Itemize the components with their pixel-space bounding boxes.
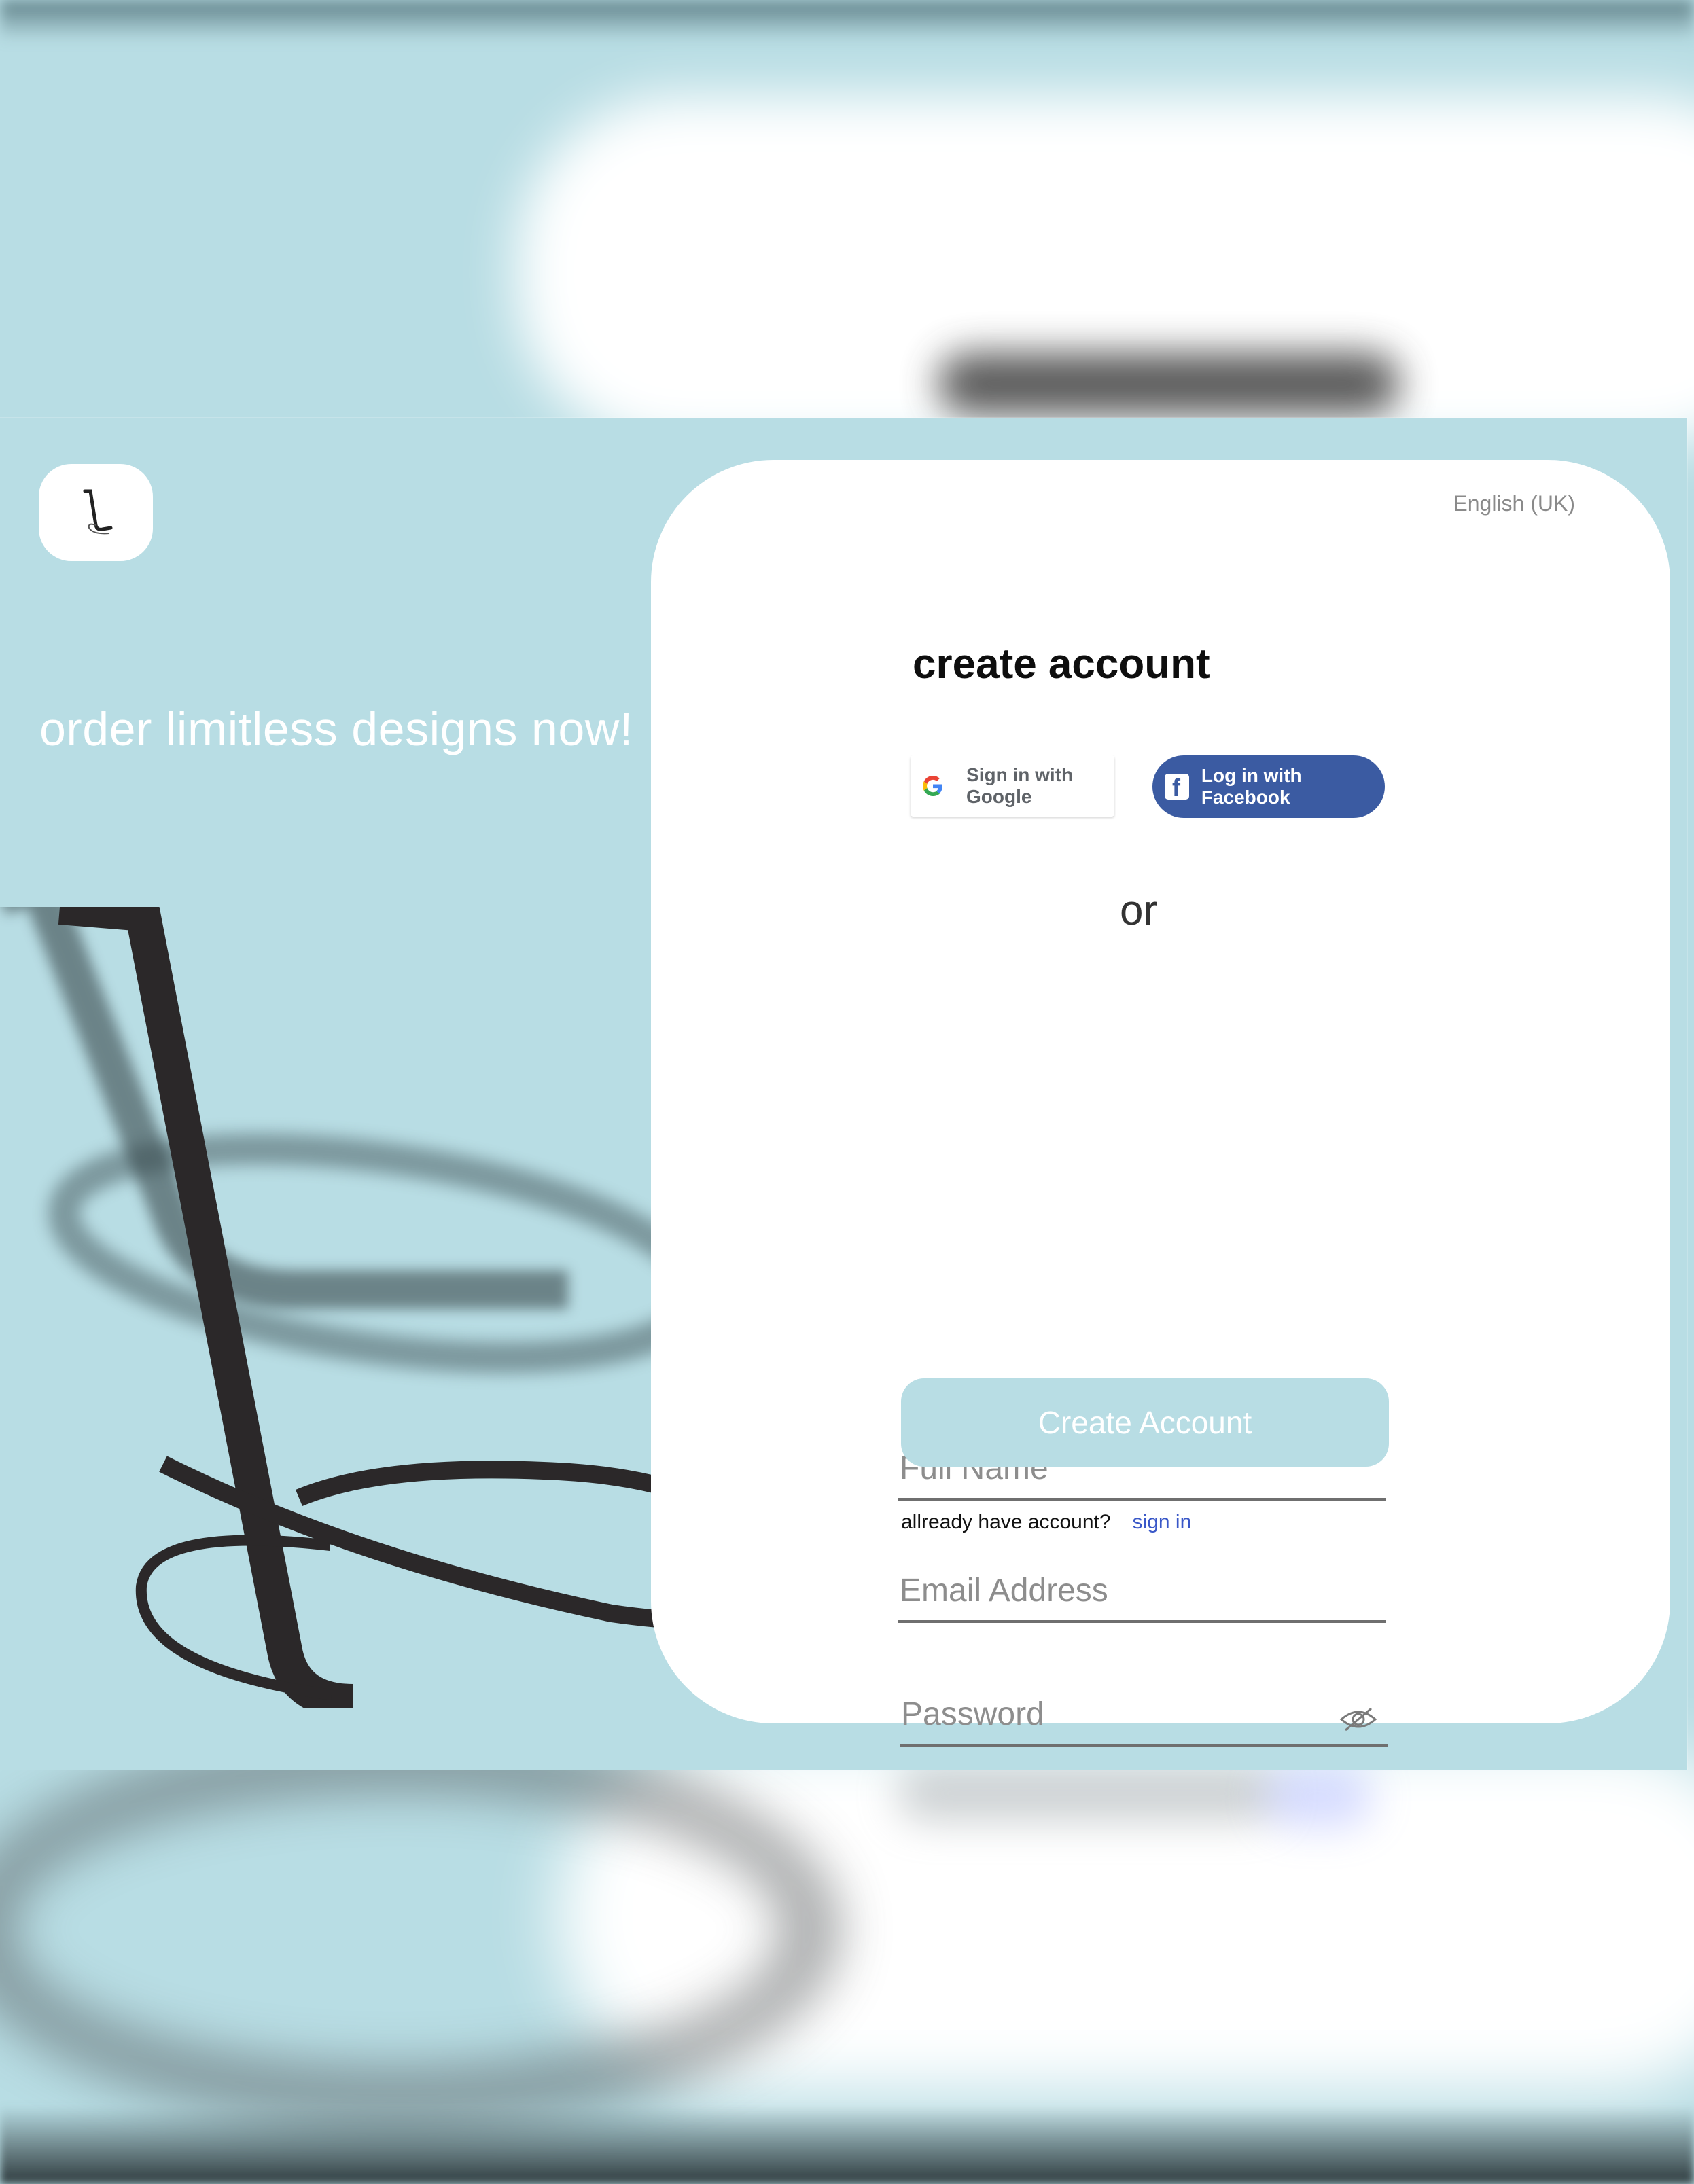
email-field — [898, 1559, 1386, 1623]
facebook-login-button[interactable]: Log in with Facebook — [1152, 755, 1385, 818]
google-signin-label: Sign in with Google — [966, 764, 1074, 807]
language-selector[interactable]: English (UK) — [1453, 491, 1575, 516]
hero-tagline: order limitless designs now! — [39, 702, 633, 755]
script-l-logo-icon — [83, 489, 113, 534]
password-field — [900, 1683, 1388, 1747]
signin-link[interactable]: sign in — [1133, 1511, 1192, 1533]
or-separator: or — [1120, 887, 1158, 934]
backdrop-bottom-shade — [0, 2106, 1694, 2184]
backdrop-blurred-dot — [1264, 1766, 1373, 1827]
signup-screen: order limitless designs now! English (UK… — [0, 418, 1687, 1770]
backdrop-blurred-bar — [897, 1766, 1277, 1821]
page-title: create account — [913, 641, 1210, 687]
signup-card: English (UK) create account Sign in with… — [651, 460, 1670, 1723]
signin-prompt: allready have account? — [901, 1511, 1111, 1533]
password-input[interactable] — [900, 1689, 1337, 1738]
backdrop-top-shade — [0, 0, 1694, 41]
eye-slash-icon[interactable] — [1339, 1706, 1378, 1733]
facebook-login-label: Log in with Facebook — [1201, 765, 1302, 808]
google-signin-button[interactable]: Sign in with Google — [911, 755, 1114, 817]
email-input[interactable] — [898, 1566, 1336, 1615]
backdrop-blurred-streak — [938, 353, 1400, 414]
facebook-f-icon — [1165, 774, 1189, 802]
google-g-icon — [923, 775, 942, 797]
signin-row: allready have account? sign in — [901, 1511, 1191, 1534]
logo-button[interactable] — [39, 464, 153, 561]
backdrop-blurred-loop — [0, 1739, 836, 2119]
create-account-button[interactable]: Create Account — [901, 1378, 1389, 1467]
